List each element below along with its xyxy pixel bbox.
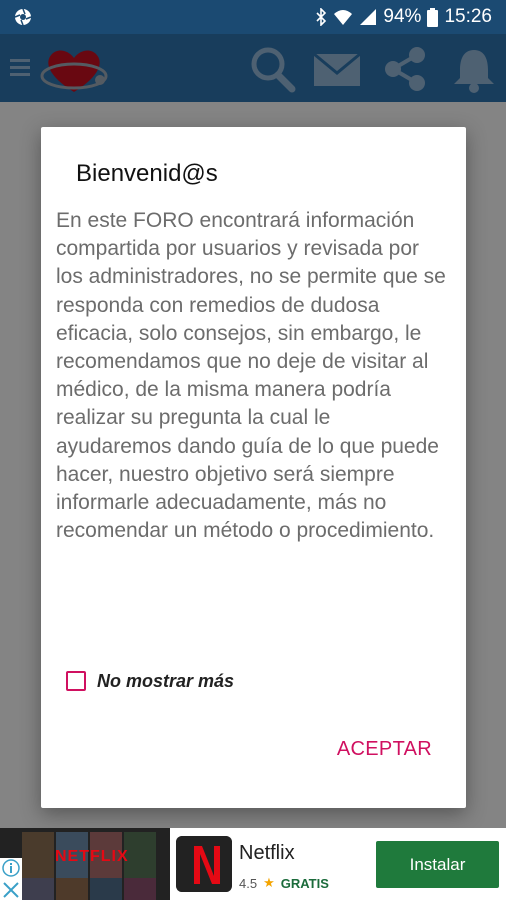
accept-button[interactable]: ACEPTAR	[337, 738, 432, 761]
clock: 15:26	[444, 6, 492, 27]
dont-show-again-row[interactable]: No mostrar más	[66, 667, 234, 695]
ad-app-name[interactable]: Netflix	[239, 842, 295, 865]
ad-info-close-icon[interactable]	[0, 858, 22, 900]
dialog-title: Bienvenid@s	[76, 160, 218, 187]
ad-banner[interactable]: NETFLIX Netflix 4.5 ★ GRATIS Instalar	[0, 828, 506, 900]
battery-icon	[427, 7, 439, 27]
welcome-dialog: Bienvenid@s En este FORO encontrará info…	[41, 127, 466, 808]
dialog-message: En este FORO encontrará información comp…	[56, 209, 446, 543]
star-icon: ★	[263, 875, 275, 890]
ad-rating-row: 4.5 ★ GRATIS	[239, 875, 329, 891]
ad-price: GRATIS	[280, 875, 329, 891]
ad-rating: 4.5	[239, 875, 258, 891]
wifi-icon	[334, 10, 353, 25]
install-button[interactable]: Instalar	[376, 841, 499, 888]
ad-thumbnail[interactable]: NETFLIX	[0, 828, 170, 900]
status-bar: 94% 15:26	[0, 0, 506, 34]
netflix-app-icon[interactable]	[176, 836, 232, 892]
ad-brand-text: NETFLIX	[55, 848, 129, 865]
signal-icon	[360, 9, 377, 25]
dont-show-again-label[interactable]: No mostrar más	[97, 671, 234, 692]
camera-aperture-icon	[14, 8, 32, 26]
battery-percent: 94%	[383, 6, 422, 27]
dont-show-again-checkbox[interactable]	[66, 671, 86, 691]
bluetooth-icon	[316, 8, 327, 26]
